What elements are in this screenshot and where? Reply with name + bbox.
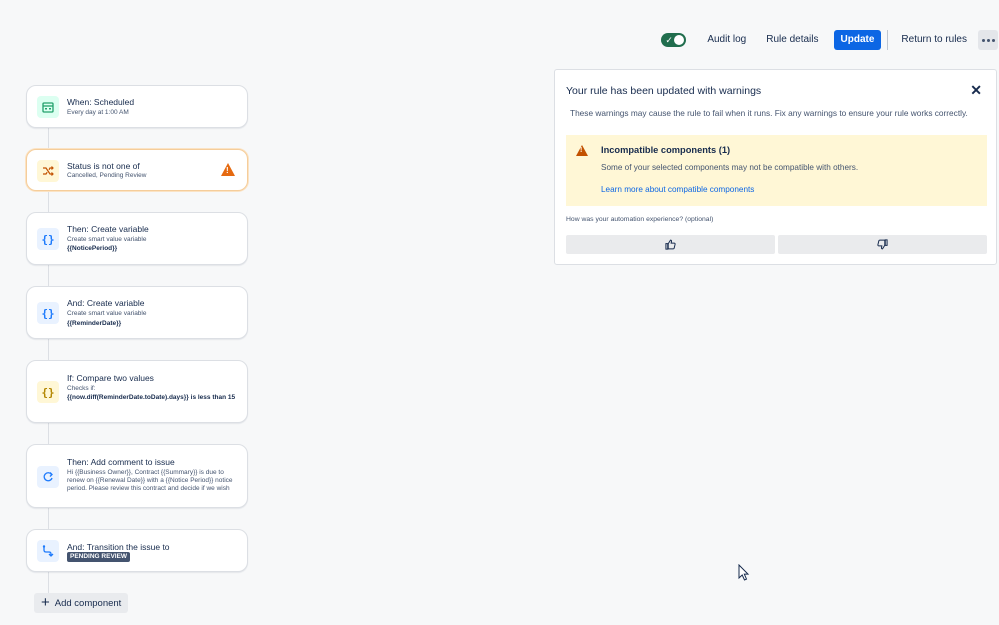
panel-title: Your rule has been updated with warnings [566,85,762,97]
feedback-question: How was your automation experience? (opt… [566,216,714,223]
thumbs-down-button[interactable] [778,235,987,254]
rule-component-compare-values[interactable]: {} If: Compare two values Checks if: {{n… [26,360,248,423]
component-subtitle: Checks if: [67,385,96,392]
more-options-button[interactable] [978,30,998,50]
rule-component-transition[interactable]: And: Transition the issue to PENDING REV… [26,529,248,572]
warning-icon [576,145,588,156]
component-title: If: Compare two values [67,373,154,383]
rule-component-trigger[interactable]: When: Scheduled Every day at 1:00 AM [26,85,248,128]
close-icon[interactable]: ✕ [970,82,982,99]
comment-icon [37,466,59,488]
thumbs-up-icon [665,239,676,250]
component-title: And: Create variable [67,298,145,308]
learn-more-link[interactable]: Learn more about compatible components [601,185,754,194]
rule-component-add-comment[interactable]: Then: Add comment to issue Hi {{Business… [26,444,248,508]
shuffle-icon [37,160,59,182]
rule-component-create-variable[interactable]: {} Then: Create variable Create smart va… [26,212,248,265]
component-subtitle: Every day at 1:00 AM [67,109,129,116]
rule-enabled-toggle[interactable]: ✓ [661,33,687,47]
status-lozenge: PENDING REVIEW [67,552,131,562]
component-subtitle: Create smart value variable [67,310,147,317]
component-detail: {{now.diff(ReminderDate.toDate).days}} i… [67,394,236,401]
rule-updated-warnings-panel: Your rule has been updated with warnings… [554,69,997,265]
return-to-rules-button[interactable]: Return to rules [896,30,972,50]
rule-details-button[interactable]: Rule details [761,30,823,50]
warning-icon [221,163,235,176]
component-title: Then: Add comment to issue [67,457,175,467]
curly-braces-icon: {} [37,302,59,324]
transition-icon [37,540,59,562]
component-subtitle: Hi {{Business Owner}}, Contract {{Summar… [67,469,233,492]
curly-braces-icon: {} [37,381,59,403]
component-title: Then: Create variable [67,224,149,234]
component-title: Status is not one of [67,161,140,171]
more-dot-icon [986,38,990,42]
check-icon: ✓ [665,35,673,45]
component-subtitle: Cancelled, Pending Review [67,172,147,179]
warning-text: Some of your selected components may not… [601,163,859,172]
more-dot-icon [991,38,995,42]
more-dot-icon [981,38,985,42]
component-title: When: Scheduled [67,97,135,107]
toolbar-divider [887,30,889,50]
calendar-icon [37,96,59,118]
component-detail: {{NoticePeriod}} [67,245,118,252]
component-detail: {{ReminderDate}} [67,320,122,327]
component-title: And: Transition the issue to [67,542,170,552]
audit-log-button[interactable]: Audit log [702,30,751,50]
add-component-button[interactable]: + Add component [34,593,129,613]
curly-braces-icon: {} [37,228,59,250]
rule-component-condition-status[interactable]: Status is not one of Cancelled, Pending … [26,149,248,191]
top-toolbar: ✓ Audit log Rule details Update Return t… [661,29,999,51]
panel-description: These warnings may cause the rule to fai… [570,108,968,118]
toggle-knob [674,35,685,45]
thumbs-up-button[interactable] [566,235,775,254]
warning-title: Incompatible components (1) [601,145,731,155]
incompatible-components-warning: Incompatible components (1) Some of your… [566,135,987,206]
mouse-cursor-icon [738,564,750,581]
component-subtitle: Create smart value variable [67,236,147,243]
update-button[interactable]: Update [833,30,882,50]
thumbs-down-icon [877,239,888,250]
rule-component-create-variable[interactable]: {} And: Create variable Create smart val… [26,286,248,339]
add-component-label: Add component [54,597,122,609]
status-lozenge-wrap: PENDING REVIEW [67,552,237,562]
plus-icon: + [41,594,50,611]
